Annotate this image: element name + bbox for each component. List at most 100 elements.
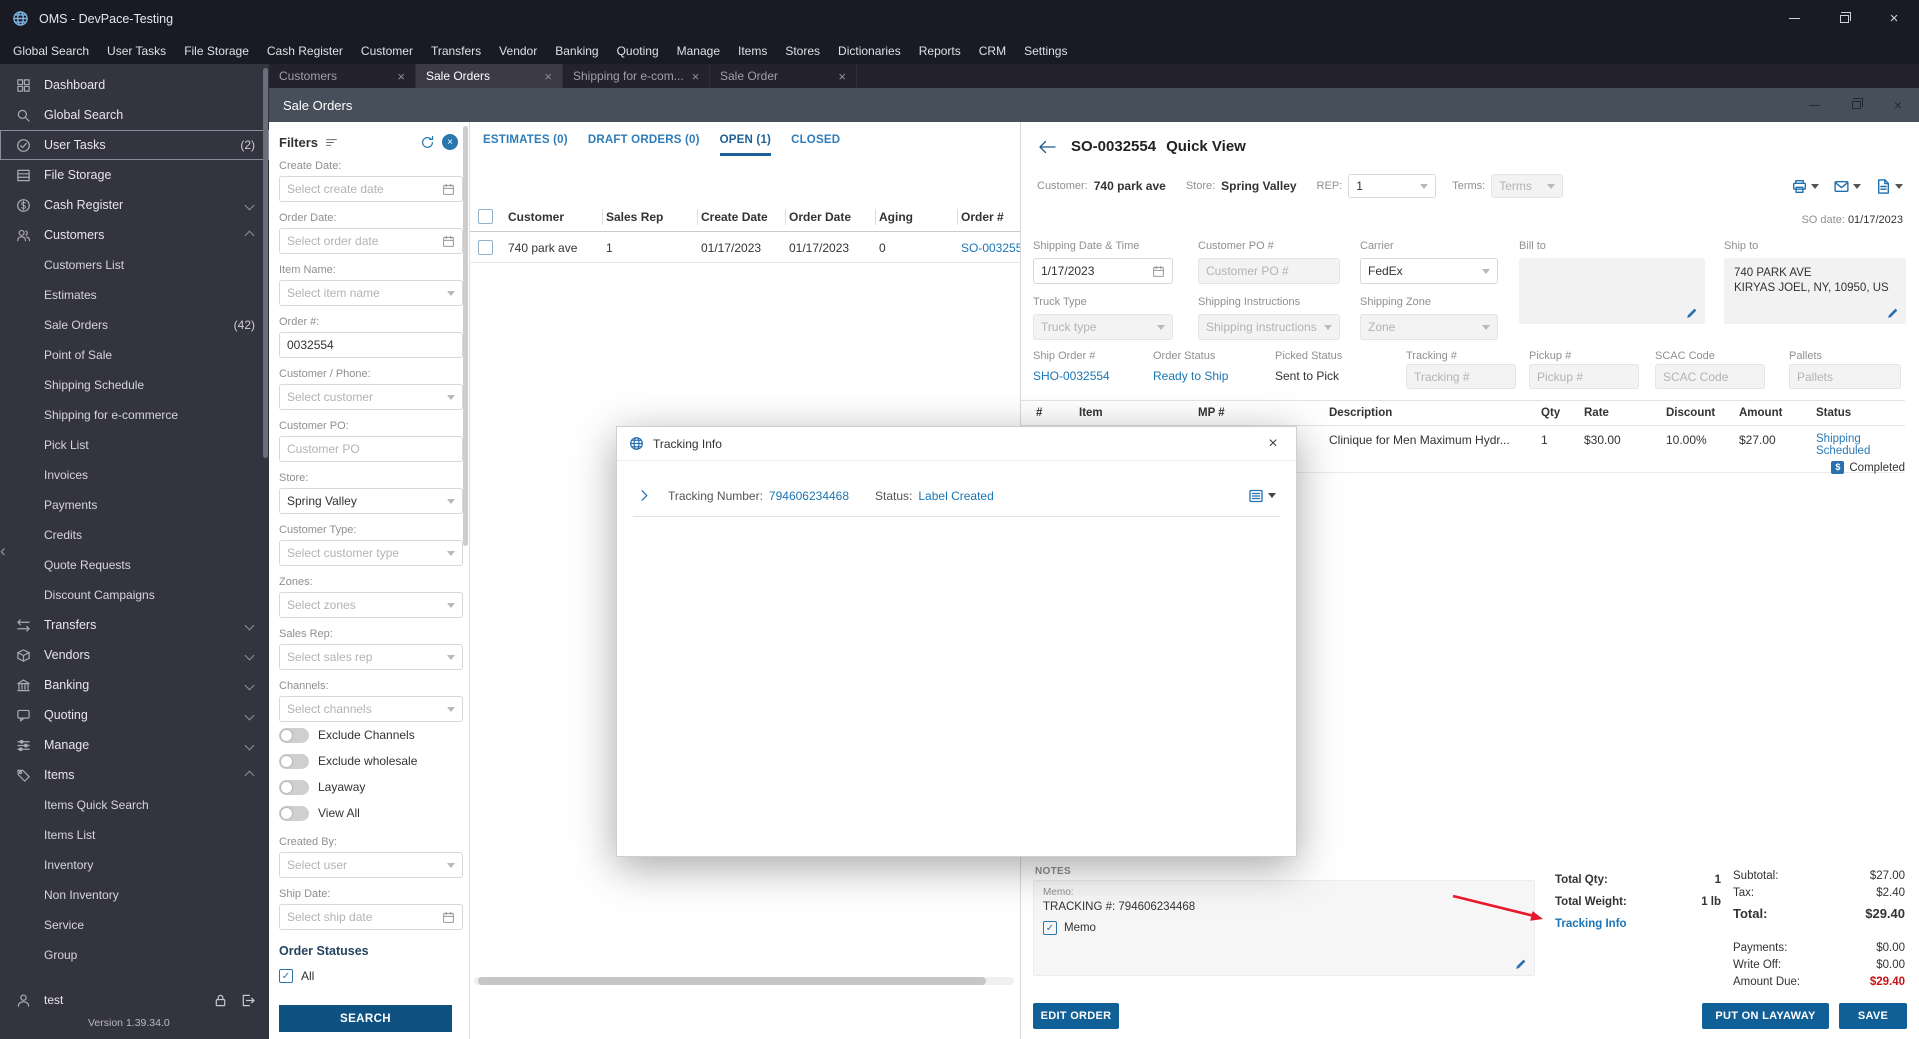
- toggle-exclude-wholesale[interactable]: Exclude wholesale: [279, 748, 462, 774]
- ship-date-input[interactable]: Select ship date: [279, 904, 463, 930]
- tracking-row[interactable]: Tracking Number: 794606234468 Status: La…: [633, 475, 1280, 517]
- window-restore-button[interactable]: [1819, 0, 1869, 37]
- tab-shipping-ecommerce[interactable]: Shipping for e-com... ×: [563, 64, 710, 88]
- carrier-select[interactable]: FedEx: [1360, 258, 1498, 284]
- customer-po-input[interactable]: Customer PO #: [1198, 258, 1340, 284]
- order-number-input[interactable]: 0032554: [279, 332, 463, 358]
- memo-box[interactable]: Memo: TRACKING #: 794606234468 ✓ Memo: [1033, 880, 1535, 976]
- mdi-close-button[interactable]: ×: [1877, 88, 1919, 122]
- order-date-input[interactable]: Select order date: [279, 228, 463, 254]
- sidebar-item-customers-list[interactable]: Customers List: [0, 250, 269, 280]
- toggle-switch[interactable]: [279, 779, 309, 795]
- sidebar-item-quoting[interactable]: Quoting: [0, 700, 269, 730]
- menu-reports[interactable]: Reports: [910, 37, 970, 64]
- customer-type-select[interactable]: Select customer type: [279, 540, 463, 566]
- dialog-close-button[interactable]: ×: [1250, 427, 1296, 461]
- edit-order-button[interactable]: EDIT ORDER: [1033, 1003, 1119, 1029]
- email-button[interactable]: [1833, 178, 1861, 195]
- ship-to-box[interactable]: 740 PARK AVE KIRYAS JOEL, NY, 10950, US: [1724, 258, 1906, 324]
- menu-settings[interactable]: Settings: [1015, 37, 1076, 64]
- window-close-button[interactable]: ×: [1869, 0, 1919, 37]
- toggle-switch[interactable]: [279, 727, 309, 743]
- menu-quoting[interactable]: Quoting: [608, 37, 668, 64]
- pickup-number-input[interactable]: Pickup #: [1529, 364, 1639, 389]
- sidebar-item-items-quick-search[interactable]: Items Quick Search: [0, 790, 269, 820]
- order-number-link[interactable]: SO-0032554: [961, 233, 1020, 263]
- sidebar-item-items-list[interactable]: Items List: [0, 820, 269, 850]
- tab-customers[interactable]: Customers ×: [269, 64, 416, 88]
- toggle-switch[interactable]: [279, 753, 309, 769]
- status-link[interactable]: Label Created: [918, 489, 993, 503]
- memo-checkbox-row[interactable]: ✓ Memo: [1043, 921, 1525, 935]
- sidebar-item-banking[interactable]: Banking: [0, 670, 269, 700]
- menu-banking[interactable]: Banking: [546, 37, 607, 64]
- memo-checkbox[interactable]: ✓: [1043, 921, 1057, 935]
- shipping-zone-select[interactable]: Zone: [1360, 314, 1498, 340]
- scac-code-input[interactable]: SCAC Code: [1655, 364, 1765, 389]
- back-arrow-icon[interactable]: [1037, 139, 1057, 155]
- sidebar-item-invoices[interactable]: Invoices: [0, 460, 269, 490]
- truck-type-select[interactable]: Truck type: [1033, 314, 1173, 340]
- row-checkbox[interactable]: [478, 240, 493, 255]
- sidebar-item-items[interactable]: Items: [0, 760, 269, 790]
- column-header[interactable]: Sales Rep: [606, 202, 663, 232]
- close-icon[interactable]: ×: [397, 69, 405, 84]
- save-button[interactable]: SAVE: [1839, 1003, 1907, 1029]
- menu-global-search[interactable]: Global Search: [4, 37, 98, 64]
- tracking-number-input[interactable]: Tracking #: [1406, 364, 1516, 389]
- order-status-value[interactable]: Ready to Ship: [1153, 369, 1228, 383]
- logout-icon[interactable]: [240, 993, 255, 1008]
- menu-transfers[interactable]: Transfers: [422, 37, 490, 64]
- all-checkbox[interactable]: ✓: [279, 969, 293, 983]
- menu-user-tasks[interactable]: User Tasks: [98, 37, 175, 64]
- sidebar-item-shipping-schedule[interactable]: Shipping Schedule: [0, 370, 269, 400]
- lock-icon[interactable]: [213, 993, 228, 1008]
- sidebar-item-pick-list[interactable]: Pick List: [0, 430, 269, 460]
- item-name-select[interactable]: Select item name: [279, 280, 463, 306]
- toggle-switch[interactable]: [279, 805, 309, 821]
- channels-select[interactable]: Select channels: [279, 696, 463, 722]
- sidebar-item-vendors[interactable]: Vendors: [0, 640, 269, 670]
- toggle-layaway[interactable]: Layaway: [279, 774, 462, 800]
- sidebar-item-transfers[interactable]: Transfers: [0, 610, 269, 640]
- sidebar-item-service[interactable]: Service: [0, 910, 269, 940]
- toggle-view-all[interactable]: View All: [279, 800, 462, 826]
- close-icon[interactable]: ×: [692, 69, 700, 84]
- bill-to-box[interactable]: [1519, 258, 1705, 324]
- mdi-minimize-button[interactable]: [1793, 88, 1835, 122]
- sidebar-item-customers[interactable]: Customers: [0, 220, 269, 250]
- mdi-restore-button[interactable]: [1835, 88, 1877, 122]
- sidebar-collapse-handle[interactable]: ‹: [0, 542, 6, 559]
- sales-rep-select[interactable]: Select sales rep: [279, 644, 463, 670]
- sort-lines-icon[interactable]: [325, 136, 338, 149]
- created-by-select[interactable]: Select user: [279, 852, 463, 878]
- shipping-date-input[interactable]: 1/17/2023: [1033, 258, 1173, 284]
- menu-vendor[interactable]: Vendor: [490, 37, 546, 64]
- sidebar-item-estimates[interactable]: Estimates: [0, 280, 269, 310]
- menu-dictionaries[interactable]: Dictionaries: [829, 37, 910, 64]
- rep-select[interactable]: 1: [1348, 174, 1437, 198]
- tab-draft-orders[interactable]: DRAFT ORDERS (0): [588, 134, 700, 156]
- sidebar-scrollbar[interactable]: [263, 68, 268, 458]
- menu-crm[interactable]: CRM: [970, 37, 1015, 64]
- filters-scrollbar[interactable]: [463, 126, 468, 546]
- sidebar-item-credits[interactable]: Credits: [0, 520, 269, 550]
- put-on-layaway-button[interactable]: PUT ON LAYAWAY: [1702, 1003, 1829, 1029]
- row-menu-button[interactable]: [1248, 488, 1276, 504]
- pallets-input[interactable]: Pallets: [1789, 364, 1901, 389]
- store-select[interactable]: Spring Valley: [279, 488, 463, 514]
- column-header[interactable]: Customer: [508, 202, 564, 232]
- print-button[interactable]: [1791, 178, 1819, 195]
- menu-items[interactable]: Items: [729, 37, 776, 64]
- horizontal-scrollbar[interactable]: [474, 977, 1014, 985]
- user-row[interactable]: test: [0, 986, 269, 1014]
- tab-sale-order[interactable]: Sale Order ×: [710, 64, 857, 88]
- zones-select[interactable]: Select zones: [279, 592, 463, 618]
- column-header[interactable]: Order #: [961, 202, 1004, 232]
- menu-stores[interactable]: Stores: [776, 37, 829, 64]
- sidebar-item-group[interactable]: Group: [0, 940, 269, 970]
- order-row[interactable]: 740 park ave 1 01/17/2023 01/17/2023 0 S…: [470, 233, 1020, 263]
- ship-order-link[interactable]: SHO-0032554: [1033, 369, 1110, 383]
- select-all-checkbox[interactable]: [478, 209, 493, 224]
- sidebar-item-non-inventory[interactable]: Non Inventory: [0, 880, 269, 910]
